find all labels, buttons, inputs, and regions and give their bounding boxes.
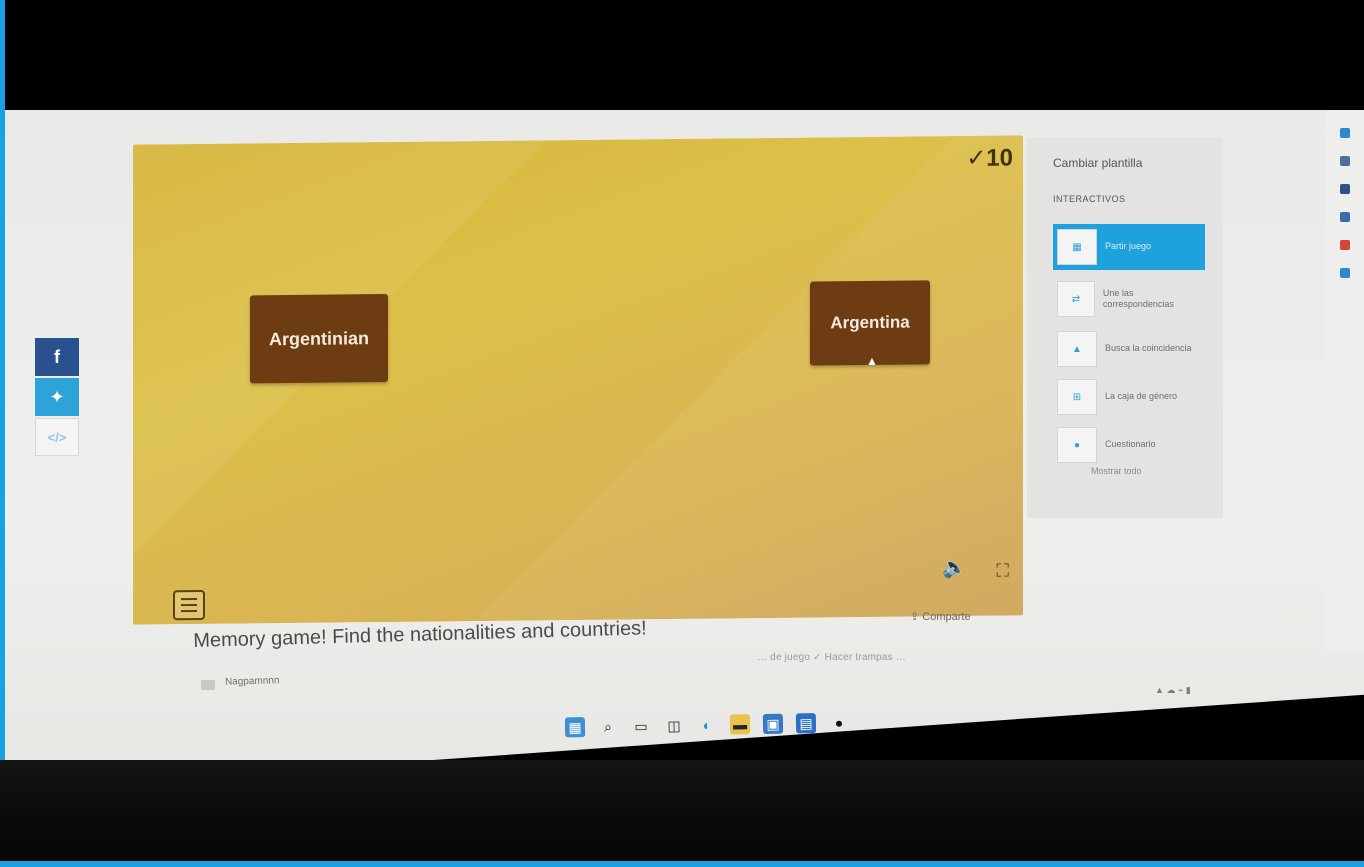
browser-screen: f ✦ </> ✓10 Argentinian Argentina ▲ 🔈 ⛶ … — [5, 110, 1364, 790]
store-icon[interactable]: ▣ — [762, 713, 784, 735]
memory-card[interactable]: Argentina — [810, 280, 930, 366]
frame-edge — [0, 0, 5, 867]
template-label: Partir juego — [1105, 241, 1152, 252]
edge-icon[interactable]: ◐ — [697, 715, 717, 735]
match-icon: ⇄ — [1057, 281, 1095, 317]
frame-edge — [0, 861, 1364, 867]
template-item[interactable]: ⇄ Une las correspondencias — [1053, 276, 1205, 322]
template-item[interactable]: ⊞ La caja de género — [1053, 374, 1205, 420]
share-icon: ⇪ — [910, 611, 923, 623]
sound-icon[interactable]: 🔈 — [942, 555, 967, 580]
mouse-cursor-icon: ▲ — [866, 353, 878, 368]
system-tray[interactable]: ▲ ☁ ⌁ ▮ — [1155, 685, 1191, 696]
toolbar-icon[interactable] — [1340, 212, 1350, 222]
app-icon[interactable]: ● — [829, 713, 849, 733]
memory-card[interactable]: Argentinian — [250, 293, 388, 384]
menu-line — [181, 597, 197, 601]
laptop-bezel — [0, 760, 1364, 861]
toolbar-icon[interactable] — [1340, 128, 1350, 138]
show-all-link[interactable]: Mostrar todo — [1091, 466, 1142, 476]
mail-icon[interactable]: ▤ — [795, 713, 817, 734]
menu-line — [181, 609, 197, 613]
template-label: Busca la coincidencia — [1105, 343, 1192, 354]
twitter-icon: ✦ — [49, 386, 65, 407]
toolbar-icon[interactable] — [1340, 156, 1350, 166]
template-panel: Cambiar plantilla INTERACTIVOS ▦ Partir … — [1027, 138, 1223, 518]
score-counter: ✓10 — [966, 144, 1013, 172]
quiz-icon: ● — [1057, 427, 1097, 463]
search-icon[interactable]: ⌕ — [598, 717, 618, 737]
panel-subtitle: INTERACTIVOS — [1053, 194, 1126, 204]
embed-button[interactable]: </> — [35, 418, 79, 456]
grid-icon: ▦ — [1057, 229, 1097, 265]
widgets-icon[interactable]: ◫ — [664, 715, 684, 735]
share-sidebar: f ✦ </> — [35, 338, 81, 458]
template-item[interactable]: ▲ Busca la coincidencia — [1053, 326, 1205, 372]
toolbar-icon[interactable] — [1340, 184, 1350, 194]
game-menu-button[interactable] — [173, 589, 205, 621]
template-label: Une las correspondencias — [1102, 287, 1174, 309]
game-canvas[interactable]: ✓10 Argentinian Argentina ▲ 🔈 ⛶ — [133, 135, 1023, 625]
author-avatar — [201, 680, 215, 690]
embed-icon: </> — [47, 429, 67, 445]
twitter-share-button[interactable]: ✦ — [35, 378, 79, 416]
template-label: Cuestionario — [1105, 439, 1156, 450]
toolbar-icon[interactable] — [1340, 268, 1350, 278]
toolbar-icon[interactable] — [1340, 240, 1350, 250]
template-item[interactable]: ▦ Partir juego — [1053, 224, 1205, 270]
taskbar: ▦ ⌕ ▭ ◫ ◐ ▬ ▣ ▤ ● — [564, 708, 849, 743]
facebook-share-button[interactable]: f — [35, 338, 79, 376]
find-match-icon: ▲ — [1057, 331, 1097, 367]
group-sort-icon: ⊞ — [1057, 379, 1097, 415]
template-label: La caja de género — [1105, 391, 1178, 402]
panel-title: Cambiar plantilla — [1053, 156, 1143, 170]
share-button[interactable]: ⇪ Comparte — [910, 610, 971, 623]
windows-icon[interactable]: ▦ — [564, 717, 586, 738]
author-name[interactable]: Nagpamnnn — [225, 675, 280, 688]
fullscreen-icon[interactable]: ⛶ — [996, 560, 1009, 581]
template-item[interactable]: ● Cuestionario — [1053, 422, 1205, 468]
share-label: Comparte — [922, 611, 971, 623]
menu-line — [181, 603, 197, 607]
facebook-icon: f — [54, 346, 60, 367]
browser-side-toolbar — [1325, 110, 1364, 650]
explorer-icon[interactable]: ▬ — [729, 714, 751, 735]
activity-meta: … de juego ✓ Hacer trampas … — [757, 652, 907, 663]
taskview-icon[interactable]: ▭ — [631, 716, 651, 736]
